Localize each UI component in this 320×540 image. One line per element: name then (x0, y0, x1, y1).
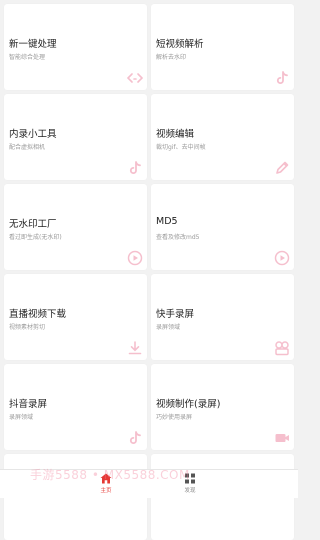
card-title: 抖音录屏 (9, 399, 48, 410)
card-subtitle: 看过即生成(无水印) (9, 234, 62, 241)
card-subtitle: 录屏领域 (9, 414, 34, 421)
play-circle-icon (127, 250, 143, 266)
tab-home-label: 主页 (100, 488, 112, 494)
card-inner-record-tool[interactable]: 内录小工具 配合虚拟相机 (4, 94, 147, 180)
tab-discover-label: 发现 (184, 488, 196, 494)
card-title: 视频制作(录屏) (156, 399, 221, 410)
card-subtitle: 录屏领域 (156, 324, 181, 331)
card-video-edit[interactable]: 视频编辑 裁切gif、去中间帧 (151, 94, 294, 180)
card-title: 快手录屏 (156, 309, 195, 320)
card-subtitle: 视频素材剪切 (9, 324, 46, 331)
code-icon (127, 70, 143, 86)
card-title: 直播视频下载 (9, 309, 67, 320)
card-title: 新一键处理 (9, 39, 57, 50)
video-icon (274, 430, 290, 446)
card-subtitle: 巧妙使用录屏 (156, 414, 193, 421)
watermark-text: 手游5588 • MX5588.COM (30, 468, 190, 482)
card-kuaishou-record[interactable]: 快手录屏 录屏领域 (151, 274, 294, 360)
card-one-click-process[interactable]: 新一键处理 智能综合处理 (4, 4, 147, 90)
card-subtitle: 智能综合处理 (9, 54, 46, 61)
card-douyin-record[interactable]: 抖音录屏 录屏领域 (4, 364, 147, 450)
tiktok-icon (127, 160, 143, 176)
tool-grid: 新一键处理 智能综合处理 短视频解析 解析去水印 内录小工具 配合虚拟相机 视频… (4, 4, 294, 540)
card-title: 无水印工厂 (9, 219, 57, 230)
play-circle-icon (274, 250, 290, 266)
tiktok-icon (127, 430, 143, 446)
card-subtitle: 查看及修改md5 (156, 234, 200, 241)
tiktok-icon (274, 70, 290, 86)
card-video-making[interactable]: 视频制作(录屏) 巧妙使用录屏 (151, 364, 294, 450)
card-title: MD5 (156, 216, 178, 227)
card-subtitle: 解析去水印 (156, 54, 187, 61)
card-no-watermark-factory[interactable]: 无水印工厂 看过即生成(无水印) (4, 184, 147, 270)
card-subtitle: 配合虚拟相机 (9, 144, 46, 151)
card-title: 短视频解析 (156, 39, 204, 50)
card-title: 视频编辑 (156, 129, 195, 140)
film-reel-icon (274, 340, 290, 356)
download-icon (127, 340, 143, 356)
card-video-parse[interactable]: 短视频解析 解析去水印 (151, 4, 294, 90)
pencil-icon (274, 160, 290, 176)
card-live-video-download[interactable]: 直播视频下载 视频素材剪切 (4, 274, 147, 360)
card-subtitle: 裁切gif、去中间帧 (156, 144, 206, 151)
card-title: 内录小工具 (9, 129, 57, 140)
card-md5[interactable]: MD5 查看及修改md5 (151, 184, 294, 270)
